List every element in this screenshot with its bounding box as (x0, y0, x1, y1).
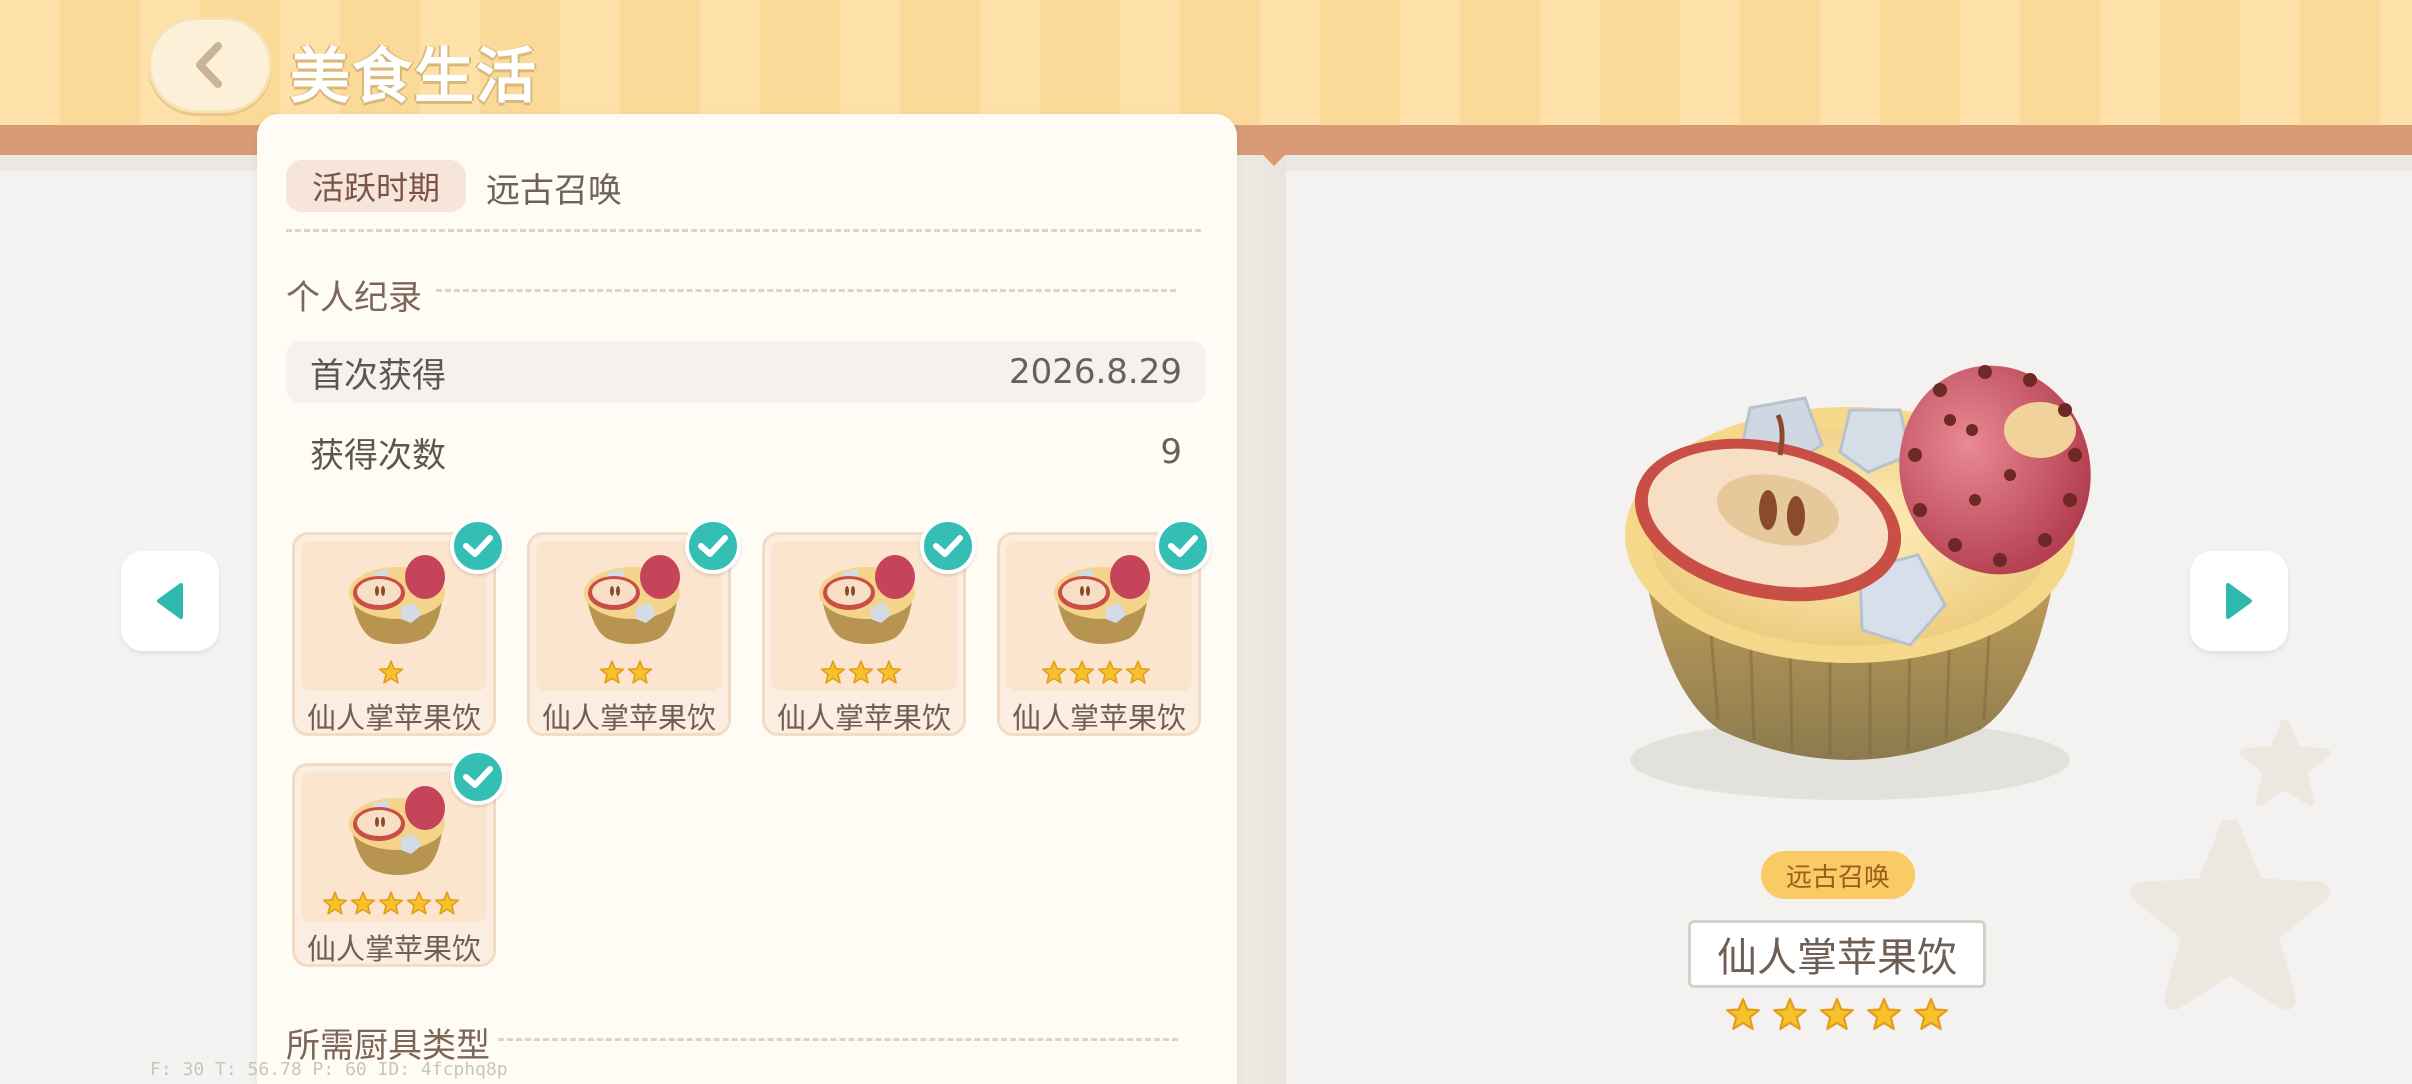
check-icon (463, 766, 493, 788)
drink-thumbnail (819, 555, 915, 644)
star-icon (876, 660, 902, 684)
card-name: 仙人掌苹果饮 (541, 701, 716, 735)
star-icon (1773, 997, 1807, 1031)
star-icon (350, 891, 376, 915)
decorative-star-small-icon (2240, 720, 2330, 806)
header-notch (1258, 150, 1290, 166)
section-dash (436, 289, 1176, 292)
star-icon (406, 891, 432, 915)
star-icon (1867, 997, 1901, 1031)
star-icon (1069, 660, 1095, 684)
active-period-label: 活跃时期 (286, 160, 466, 212)
drink-thumbnail (349, 786, 445, 875)
drink-thumbnail (1054, 555, 1150, 644)
stage-divider (1236, 160, 1286, 1084)
card-star-rating (295, 890, 487, 918)
star-icon (599, 660, 625, 684)
page-title: 美食生活 (290, 42, 538, 112)
collected-check-badge (450, 518, 506, 574)
star-icon (378, 891, 404, 915)
check-icon (1168, 535, 1198, 557)
check-icon (698, 535, 728, 557)
triangle-right-icon (2226, 583, 2252, 619)
collected-check-badge (920, 518, 976, 574)
drink-thumbnail (349, 555, 445, 644)
section-dash (498, 1038, 1178, 1041)
card-star-rating (765, 659, 957, 687)
triangle-left-icon (157, 583, 183, 619)
previous-item-button[interactable] (121, 551, 219, 651)
record-first-obtained: 首次获得 2026.8.29 (286, 341, 1206, 403)
star-icon (1726, 997, 1760, 1031)
record-obtain-count: 获得次数 9 (286, 421, 1206, 483)
record-value: 2026.8.29 (1008, 352, 1182, 392)
card-name: 仙人掌苹果饮 (306, 701, 481, 735)
card-star-rating (295, 659, 487, 687)
star-icon (820, 660, 846, 684)
decorative-star-icon (2130, 820, 2330, 1010)
record-label: 首次获得 (310, 355, 446, 396)
star-icon (322, 891, 348, 915)
cactus-apple-drink-image (1625, 365, 2091, 800)
check-icon (933, 535, 963, 557)
item-star-rating (1725, 996, 1949, 1040)
star-icon (627, 660, 653, 684)
record-label: 获得次数 (310, 435, 446, 476)
collected-check-badge (685, 518, 741, 574)
card-name: 仙人掌苹果饮 (776, 701, 951, 735)
star-icon (434, 891, 460, 915)
check-icon (463, 535, 493, 557)
star-icon (1125, 660, 1151, 684)
star-icon (1097, 660, 1123, 684)
card-star-rating (530, 659, 722, 687)
collected-check-badge (1155, 518, 1211, 574)
divider (286, 229, 1201, 232)
item-name-plate: 仙人掌苹果饮 (1688, 920, 1986, 988)
active-period-value: 远古召唤 (486, 171, 622, 211)
drink-thumbnail (584, 555, 680, 644)
card-name: 仙人掌苹果饮 (1011, 701, 1186, 735)
star-icon (848, 660, 874, 684)
star-icon (378, 660, 404, 684)
card-star-rating (1000, 659, 1192, 687)
next-item-button[interactable] (2190, 551, 2288, 651)
debug-overlay: F: 30 T: 56.78 P: 60 ID: 4fcphq8p (150, 1059, 508, 1080)
personal-record-title: 个人纪录 (286, 278, 422, 318)
period-tag-badge: 远古召唤 (1761, 851, 1915, 899)
star-icon (1820, 997, 1854, 1031)
star-icon (1914, 997, 1948, 1031)
record-value: 9 (1160, 432, 1182, 472)
back-button[interactable] (148, 17, 272, 113)
card-name: 仙人掌苹果饮 (306, 932, 481, 966)
collected-check-badge (450, 749, 506, 805)
star-icon (1041, 660, 1067, 684)
chevron-left-icon (196, 42, 222, 88)
